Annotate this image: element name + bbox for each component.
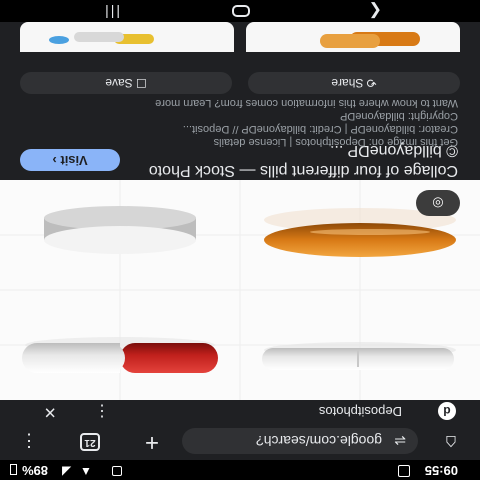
- home-icon[interactable]: ⌂: [440, 431, 462, 453]
- creator-line: Creator: billdayoneDP | Credit: billdayo…: [182, 123, 458, 135]
- new-tab-button[interactable]: +: [142, 429, 162, 456]
- share-button[interactable]: ⟲ Share: [248, 72, 460, 94]
- visit-label: Visit: [60, 153, 88, 168]
- status-bar: 09:55 ▲ ◢ 89%: [0, 460, 480, 480]
- chevron-right-icon: ›: [52, 153, 57, 168]
- thumbnail-image: [320, 32, 420, 48]
- system-nav-bar: ❮ |||: [0, 0, 480, 22]
- related-thumbnail[interactable]: [20, 22, 234, 52]
- related-thumbnail[interactable]: [246, 22, 460, 52]
- browser-toolbar: ⌂ ⇌ google.com/search? + 21 ⋮: [0, 422, 480, 460]
- save-button[interactable]: ☐ Save: [20, 72, 232, 94]
- close-icon[interactable]: ×: [44, 400, 56, 423]
- home-nav-icon[interactable]: [232, 5, 250, 17]
- url-bar[interactable]: ⇌ google.com/search?: [182, 428, 418, 454]
- learn-more-line[interactable]: Want to know where this information come…: [28, 96, 458, 109]
- source-bar: d Depositphotos ⋮ ×: [0, 399, 480, 423]
- back-icon[interactable]: ❮: [369, 1, 382, 21]
- screen: 09:55 ▲ ◢ 89% ⌂ ⇌ google.com/search? + 2…: [0, 0, 480, 480]
- license-line[interactable]: Get this image on: Depositphotos | Licen…: [28, 135, 458, 148]
- thumbnail-image: [49, 32, 154, 44]
- recent-apps-icon[interactable]: |||: [103, 5, 120, 21]
- round-tablet-image: [44, 206, 196, 254]
- source-logo: d: [438, 402, 456, 420]
- oblong-tablet-image: [262, 342, 456, 370]
- capsule-pill-image: [22, 337, 218, 373]
- site-settings-icon[interactable]: ⇌: [394, 432, 406, 449]
- save-label: Save: [105, 76, 133, 90]
- visit-button[interactable]: Visit ›: [20, 149, 120, 171]
- preview-image[interactable]: ◎: [0, 180, 480, 400]
- url-text: google.com/search?: [255, 433, 382, 449]
- menu-icon[interactable]: ⋮: [20, 430, 38, 452]
- gallery-notification-icon: [398, 465, 410, 477]
- pills-image: [0, 180, 480, 400]
- tab-switcher-button[interactable]: 21: [80, 433, 100, 451]
- status-time: 09:55: [424, 463, 458, 478]
- wifi-icon: ▲: [80, 465, 92, 479]
- copyright-line: Copyright: billdayoneDP: [339, 110, 458, 122]
- share-label: Share: [331, 76, 364, 90]
- signal-icon: ◢: [62, 465, 72, 479]
- more-options-icon[interactable]: ⋮: [94, 401, 110, 421]
- source-name[interactable]: Depositphotos: [319, 404, 402, 419]
- battery-icon: [10, 464, 17, 475]
- share-icon: ⟲: [363, 76, 377, 90]
- lock-icon: [112, 466, 122, 476]
- battery-percent: 89%: [22, 463, 49, 478]
- bookmark-icon: ☐: [132, 76, 147, 90]
- lens-icon[interactable]: ◎: [416, 190, 460, 216]
